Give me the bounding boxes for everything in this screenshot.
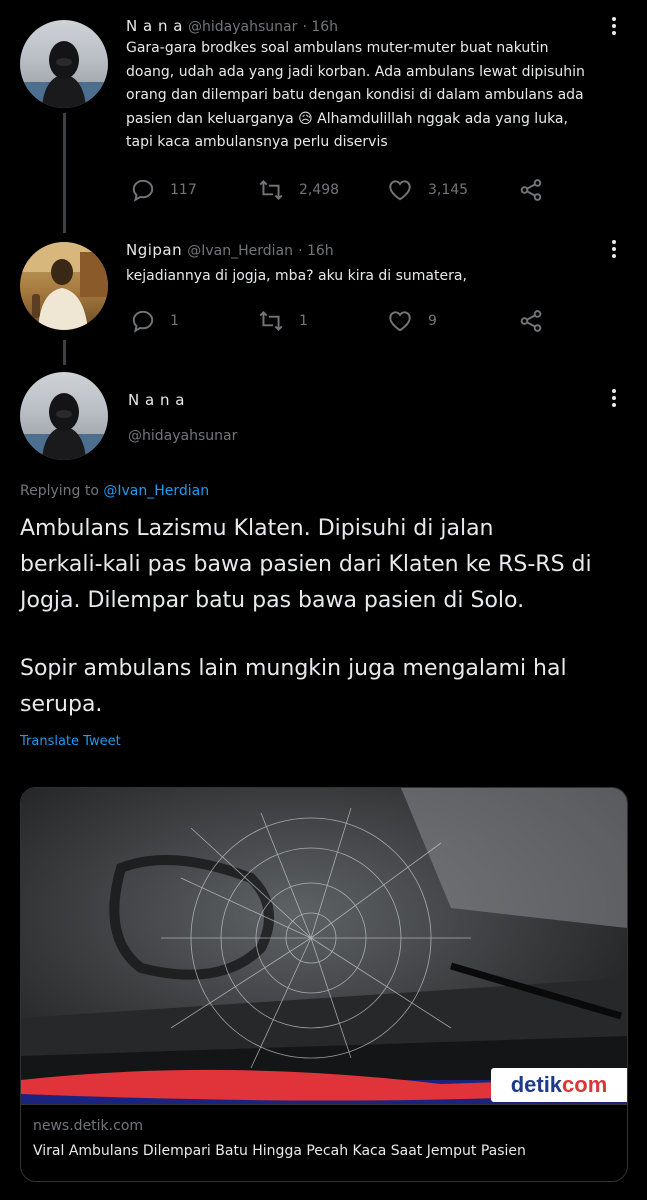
reply-count: 1 (170, 313, 179, 329)
tweet-text: Gara-gara brodkes soal ambulans muter-mu… (126, 37, 606, 155)
crying-face-emoji: 😥 (298, 110, 313, 127)
person-photo-icon (20, 242, 108, 330)
heart-icon (389, 311, 411, 332)
tweet-header: Ngipan @Ivan_Herdian · 16h (126, 240, 334, 259)
translate-tweet-link[interactable]: Translate Tweet (20, 734, 121, 749)
display-name[interactable]: N a n a (128, 391, 185, 409)
handle[interactable]: @hidayahsunar (128, 428, 237, 444)
avatar[interactable] (20, 242, 108, 330)
reply-icon (132, 310, 154, 333)
person-silhouette-icon (20, 393, 108, 460)
retweet-count: 2,498 (299, 182, 340, 198)
share-button[interactable] (517, 177, 559, 203)
display-name[interactable]: N a n a (126, 17, 183, 35)
tweet-line: Gara-gara brodkes soal ambulans muter-mu… (126, 40, 549, 56)
like-count: 9 (428, 313, 437, 329)
tweet-line: Jogja. Dilempar batu pas bawa pasien di … (20, 588, 525, 613)
retweet-count: 1 (299, 313, 308, 329)
detik-logo: detikcom (491, 1068, 627, 1102)
like-count: 3,145 (428, 182, 469, 198)
tweet-line: berkali-kali pas bawa pasien dari Klaten… (20, 552, 592, 577)
thread-connector (63, 340, 66, 365)
avatar[interactable] (20, 372, 108, 460)
tweet-text: kejadiannya di jogja, mba? aku kira di s… (126, 268, 467, 284)
retweet-icon (259, 311, 283, 331)
tweet-line: Sopir ambulans lain mungkin juga mengala… (20, 656, 567, 681)
replying-to-link[interactable]: @Ivan_Herdian (103, 483, 209, 499)
avatar[interactable] (20, 20, 108, 108)
tweet-line: serupa. (20, 692, 103, 717)
card-domain: news.detik.com (33, 1118, 144, 1134)
replying-to: Replying to @Ivan_Herdian (20, 483, 210, 499)
timestamp[interactable]: · 16h (302, 19, 338, 35)
main-tweet-text: Ambulans Lazismu Klaten. Dipisuhi di jal… (20, 511, 635, 723)
tweet-line: orang dan dilempari batu dengan kondisi … (126, 87, 584, 103)
share-icon (520, 310, 542, 332)
heart-icon (389, 180, 411, 201)
reply-icon (132, 179, 154, 202)
retweet-button[interactable]: 1 (257, 308, 308, 334)
more-options-icon[interactable] (611, 240, 617, 261)
card-title: Viral Ambulans Dilempari Batu Hingga Pec… (33, 1143, 526, 1159)
tweet-line: doang, udah ada yang jadi korban. Ada am… (126, 63, 585, 80)
card-image: detikcom (21, 788, 627, 1104)
tweet-header: N a n a @hidayahsunar · 16h (126, 16, 338, 35)
person-silhouette-icon (20, 41, 108, 108)
tweet-line: tapi kaca ambulansnya perlu diservis (126, 134, 388, 150)
display-name[interactable]: Ngipan (126, 241, 182, 259)
retweet-icon (259, 180, 283, 200)
tweet-line: Ambulans Lazismu Klaten. Dipisuhi di jal… (20, 516, 494, 541)
link-card[interactable]: detikcom news.detik.com Viral Ambulans D… (20, 787, 628, 1182)
reply-button[interactable]: 117 (130, 177, 197, 203)
more-options-icon[interactable] (611, 389, 617, 410)
reply-count: 117 (170, 182, 197, 198)
like-button[interactable]: 9 (386, 308, 437, 334)
retweet-button[interactable]: 2,498 (257, 177, 339, 203)
reply-button[interactable]: 1 (130, 308, 179, 334)
more-options-icon[interactable] (611, 17, 617, 38)
thread-connector (63, 113, 66, 233)
like-button[interactable]: 3,145 (386, 177, 468, 203)
timestamp[interactable]: · 16h (298, 243, 334, 259)
cracked-windshield-image (21, 788, 627, 1104)
handle[interactable]: @hidayahsunar (188, 19, 297, 35)
handle[interactable]: @Ivan_Herdian (187, 243, 293, 259)
share-icon (520, 179, 542, 201)
tweet-line: pasien dan keluarganya 😥 Alhamdulillah n… (126, 110, 568, 127)
share-button[interactable] (517, 308, 559, 334)
